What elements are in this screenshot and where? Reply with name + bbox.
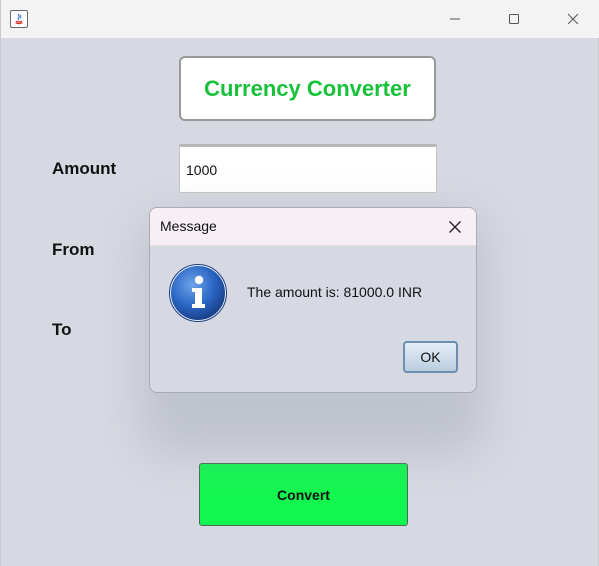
close-icon[interactable] bbox=[442, 214, 468, 240]
to-label: To bbox=[52, 320, 72, 339]
amount-label: Amount bbox=[52, 159, 117, 178]
window-titlebar[interactable] bbox=[1, 0, 599, 38]
amount-input[interactable] bbox=[179, 144, 437, 193]
message-dialog: Message The amount is: 81000.0 INR OK bbox=[149, 207, 477, 393]
info-icon bbox=[168, 263, 228, 327]
maximize-icon[interactable] bbox=[491, 0, 537, 38]
dialog-title: Message bbox=[160, 218, 217, 234]
minimize-icon[interactable] bbox=[432, 0, 478, 38]
java-icon bbox=[10, 10, 28, 28]
from-label: From bbox=[52, 240, 95, 259]
dialog-message: The amount is: 81000.0 INR bbox=[247, 284, 423, 300]
ok-button[interactable]: OK bbox=[403, 341, 458, 373]
app-title: Currency Converter bbox=[179, 56, 436, 121]
app-window: Currency Converter Amount From To Conver… bbox=[0, 0, 599, 566]
dialog-titlebar[interactable]: Message bbox=[150, 208, 476, 246]
close-icon[interactable] bbox=[550, 0, 596, 38]
convert-button[interactable]: Convert bbox=[199, 463, 408, 526]
